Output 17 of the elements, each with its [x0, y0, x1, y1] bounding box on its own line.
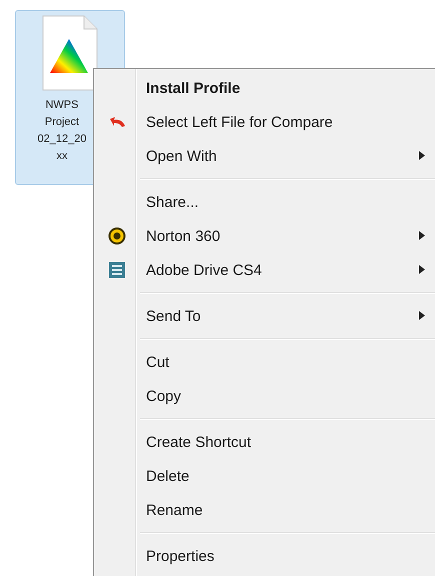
file-name: xx	[56, 149, 68, 164]
menu-item[interactable]: Delete	[96, 459, 435, 493]
undo-arrow-icon	[108, 116, 126, 128]
drive-icon	[108, 261, 126, 279]
menu-item[interactable]: Share...	[96, 185, 435, 219]
menu-item[interactable]: Norton 360	[96, 219, 435, 253]
menu-item[interactable]: Send To	[96, 299, 435, 333]
file-name: NWPS	[45, 98, 78, 113]
menu-item[interactable]: Properties	[96, 539, 435, 573]
file-name: Project	[44, 115, 80, 130]
menu-item[interactable]: Copy	[96, 379, 435, 413]
menu-item[interactable]: Adobe Drive CS4	[96, 253, 435, 287]
file-name: 02_12_20	[38, 132, 86, 147]
menu-item[interactable]: Cut	[96, 345, 435, 379]
badge-icon	[108, 227, 126, 245]
menu-item[interactable]: Rename	[96, 493, 435, 527]
menu-item[interactable]: Create Shortcut	[96, 425, 435, 459]
